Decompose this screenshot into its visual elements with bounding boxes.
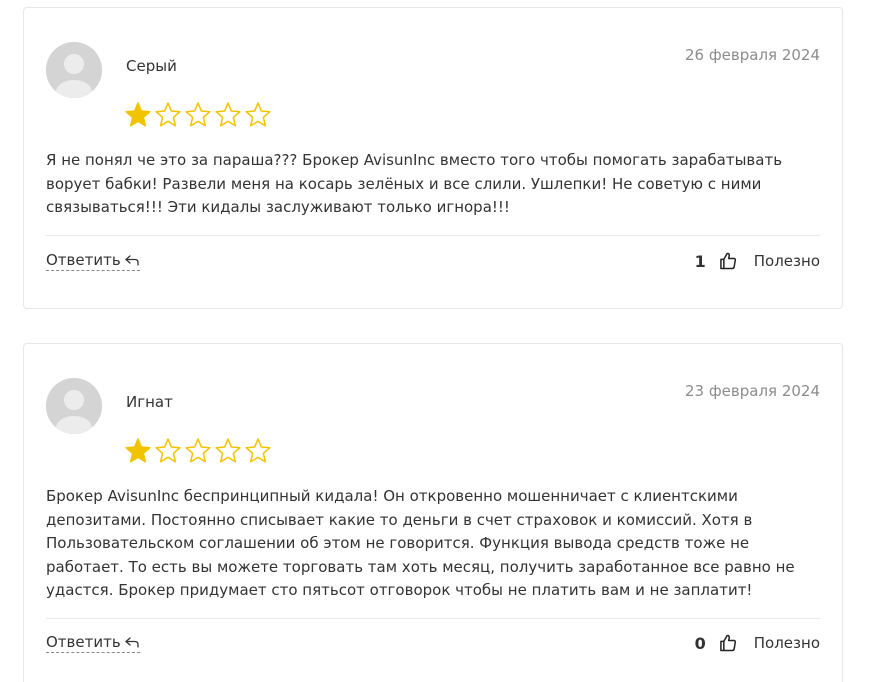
review-card: Серый 26 февраля 2024 Я не понял че это … bbox=[23, 7, 843, 309]
star-empty-icon bbox=[154, 437, 182, 465]
star-empty-icon bbox=[154, 101, 182, 129]
divider bbox=[46, 618, 820, 619]
useful-label: Полезно bbox=[753, 634, 820, 652]
reviews-list: Серый 26 февраля 2024 Я не понял че это … bbox=[0, 0, 871, 682]
star-filled-icon bbox=[124, 101, 152, 129]
user-avatar-icon bbox=[46, 42, 102, 98]
reply-button[interactable]: Ответить bbox=[46, 633, 140, 653]
reply-label: Ответить bbox=[46, 251, 121, 269]
review-card: Игнат 23 февраля 2024 Брокер AvisunInc б… bbox=[23, 343, 843, 682]
thumbs-up-icon[interactable] bbox=[718, 633, 738, 653]
review-footer: Ответить 1 Полезно bbox=[46, 248, 820, 274]
star-empty-icon bbox=[184, 101, 212, 129]
useful-label: Полезно bbox=[753, 252, 820, 270]
user-avatar-icon bbox=[46, 378, 102, 434]
star-empty-icon bbox=[214, 101, 242, 129]
star-empty-icon bbox=[244, 437, 272, 465]
reply-label: Ответить bbox=[46, 633, 121, 651]
reply-arrow-icon bbox=[124, 635, 140, 649]
review-text: Я не понял че это за параша??? Брокер Av… bbox=[46, 151, 783, 216]
rating-stars bbox=[124, 437, 272, 465]
star-empty-icon bbox=[184, 437, 212, 465]
review-footer: Ответить 0 Полезно bbox=[46, 630, 820, 656]
star-filled-icon bbox=[124, 437, 152, 465]
star-empty-icon bbox=[214, 437, 242, 465]
review-author: Серый bbox=[126, 57, 177, 75]
reply-button[interactable]: Ответить bbox=[46, 251, 140, 271]
useful-block: 0 Полезно bbox=[695, 633, 820, 653]
reply-arrow-icon bbox=[124, 253, 140, 267]
rating-stars bbox=[124, 101, 272, 129]
review-author: Игнат bbox=[126, 393, 173, 411]
like-count: 0 bbox=[694, 633, 706, 653]
useful-block: 1 Полезно bbox=[695, 251, 820, 271]
review-date: 26 февраля 2024 bbox=[684, 46, 820, 64]
review-date: 23 февраля 2024 bbox=[684, 382, 820, 400]
thumbs-up-icon[interactable] bbox=[718, 251, 738, 271]
star-empty-icon bbox=[244, 101, 272, 129]
review-text: Брокер AvisunInc беспринципный кидала! О… bbox=[46, 487, 795, 599]
divider bbox=[46, 235, 820, 236]
like-count: 1 bbox=[694, 251, 706, 271]
